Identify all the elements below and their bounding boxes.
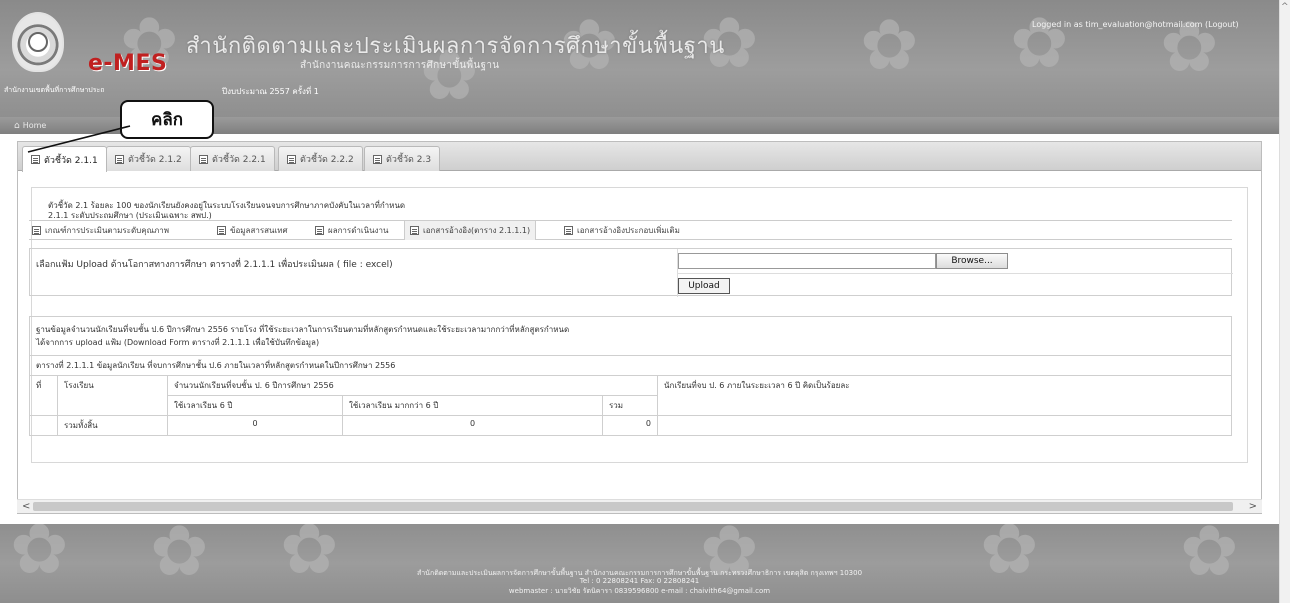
agency-area-name: สำนักงานเขตพื้นที่การศึกษาประถ (4, 86, 105, 94)
tab-indicator-2-2-1[interactable]: ตัวชี้วัด 2.2.1 (190, 146, 275, 171)
table-total-row: รวมทั้งสิ้น 0 0 0 (29, 415, 1232, 436)
column-header-percentage: นักเรียนที่จบ ป. 6 ภายในระยะเวลา 6 ปี คิ… (657, 375, 1232, 416)
upload-section: เลือกแฟ้ม Upload ด้านโอกาสทางการศึกษา ตา… (29, 248, 1233, 297)
document-icon (373, 154, 382, 164)
file-path-input[interactable] (678, 253, 936, 269)
scroll-up-icon[interactable]: ^ (1281, 2, 1289, 12)
tab-indicator-2-3[interactable]: ตัวชี้วัด 2.3 (364, 146, 441, 171)
scroll-left-icon[interactable]: < (22, 501, 30, 512)
document-icon (410, 226, 419, 235)
table-intro-row: ฐานข้อมูลจำนวนนักเรียนที่จบชั้น ป.6 ปีกา… (29, 316, 1232, 356)
table-intro-text: ฐานข้อมูลจำนวนนักเรียนที่จบชั้น ป.6 ปีกา… (36, 325, 570, 334)
table-cell (29, 415, 58, 436)
subtab-bar: เกณฑ์การประเมินตามระดับคุณภาพ ข้อมูลสารส… (29, 220, 1232, 240)
budget-year: ปีงบประมาณ 2557 ครั้งที่ 1 (222, 87, 319, 96)
download-form-text[interactable]: ได้จากการ upload แฟ้ม (Download Form ตาร… (36, 336, 1225, 349)
flower-decoration-icon: ✿ (1010, 2, 1069, 84)
agency-seal-logo (12, 12, 64, 72)
home-icon[interactable]: ⌂ (14, 121, 20, 131)
footer-contact: Tel : 0 22808241 Fax: 0 22808241 (579, 577, 700, 585)
document-icon (217, 226, 226, 235)
footer: ✿ ✿ ✿ ✿ ✿ ✿ สำนักติดตามและประเมินผลการจั… (0, 524, 1279, 603)
tab-bar: ตัวชี้วัด 2.1.1 ตัวชี้วัด 2.1.2 ตัวชี้วั… (18, 142, 1261, 172)
breadcrumb-home-link[interactable]: Home (23, 121, 47, 130)
table-caption-row: ตารางที่ 2.1.1.1 ข้อมูลนักเรียน ที่จบการ… (29, 355, 1232, 376)
subtab-information[interactable]: ข้อมูลสารสนเทศ (217, 221, 288, 240)
brand-logo: e-MES (88, 51, 168, 76)
document-icon (32, 226, 41, 235)
agency-subtitle: สำนักงานคณะกรรมการการศึกษาขั้นพื้นฐาน (300, 60, 500, 71)
column-header-6-years: ใช้เวลาเรียน 6 ปี (167, 395, 343, 416)
subtab-reference-table[interactable]: เอกสารอ้างอิง(ตาราง 2.1.1.1) (404, 221, 537, 240)
tab-indicator-2-2-2[interactable]: ตัวชี้วัด 2.2.2 (278, 146, 363, 171)
total-more-than-6-years: 0 (342, 415, 603, 436)
upload-button[interactable]: Upload (678, 278, 730, 294)
login-status[interactable]: Logged in as tim_evaluation@hotmail.com … (1032, 20, 1239, 29)
document-icon (31, 155, 40, 164)
document-icon (199, 154, 208, 164)
browse-button[interactable]: Browse... (936, 253, 1008, 269)
table-header-row: ที่ โรงเรียน จำนวนนักเรียนที่จบชั้น ป. 6… (29, 375, 1232, 416)
tab-indicator-2-1-1[interactable]: ตัวชี้วัด 2.1.1 (22, 146, 107, 172)
document-icon (115, 154, 124, 164)
tab-indicator-2-1-2[interactable]: ตัวชี้วัด 2.1.2 (106, 146, 191, 171)
document-icon (315, 226, 324, 235)
column-header-graduates: จำนวนนักเรียนที่จบชั้น ป. 6 ปีการศึกษา 2… (167, 375, 658, 396)
flower-decoration-icon: ✿ (860, 4, 919, 86)
column-header-total: รวม (602, 395, 658, 416)
divider (677, 273, 1233, 274)
click-callout: คลิก (120, 100, 214, 139)
total-sum: 0 (602, 415, 658, 436)
total-label: รวมทั้งสิ้น (57, 415, 168, 436)
upload-label: เลือกแฟ้ม Upload ด้านโอกาสทางการศึกษา ตา… (36, 260, 393, 270)
vertical-scrollbar[interactable]: ^ (1279, 0, 1290, 603)
subtab-additional-reference[interactable]: เอกสารอ้างอิงประกอบเพิ่มเติม (564, 221, 680, 240)
table-cell (657, 415, 1232, 436)
column-header-more-than-6-years: ใช้เวลาเรียน มากกว่า 6 ปี (342, 395, 603, 416)
document-icon (287, 154, 296, 164)
scroll-right-icon[interactable]: > (1249, 501, 1257, 512)
footer-webmaster: webmaster : นายวิชัย รัตนิคารา 083959680… (508, 587, 771, 595)
table-caption: ตารางที่ 2.1.1.1 ข้อมูลนักเรียน ที่จบการ… (29, 355, 1232, 376)
total-6-years: 0 (167, 415, 343, 436)
column-header-school: โรงเรียน (57, 375, 168, 416)
subtab-criteria[interactable]: เกณฑ์การประเมินตามระดับคุณภาพ (32, 221, 169, 240)
content-panel: ตัวชี้วัด 2.1.1 ตัวชี้วัด 2.1.2 ตัวชี้วั… (17, 141, 1262, 514)
document-icon (564, 226, 573, 235)
column-header-no: ที่ (29, 375, 58, 416)
scrollbar-thumb[interactable] (33, 502, 1233, 511)
student-data-table: ฐานข้อมูลจำนวนนักเรียนที่จบชั้น ป.6 ปีกา… (29, 316, 1232, 436)
horizontal-scrollbar[interactable]: < > (17, 499, 1262, 513)
subtab-performance[interactable]: ผลการดำเนินงาน (315, 221, 388, 240)
